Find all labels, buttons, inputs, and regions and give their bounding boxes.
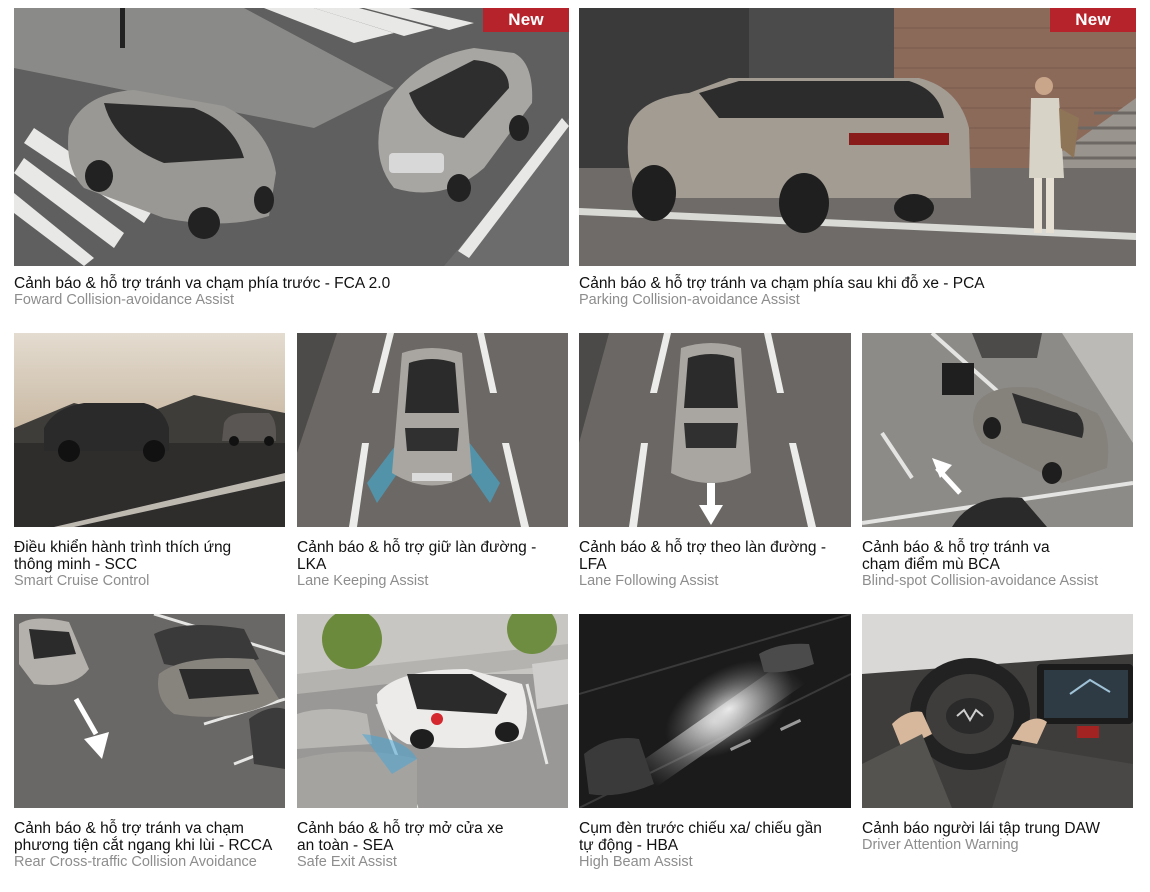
feature-title: Điều khiển hành trình thích ứng thông mi…	[14, 539, 232, 573]
feature-image-hba[interactable]	[579, 614, 851, 808]
feature-subtitle: Driver Attention Warning	[862, 837, 1019, 853]
feature-subtitle: Lane Following Assist	[579, 573, 719, 589]
feature-title: Cảnh báo & hỗ trợ tránh va chạm điểm mù …	[862, 539, 1050, 573]
feature-title: Cảnh báo & hỗ trợ tránh va chạm phương t…	[14, 820, 273, 854]
feature-title: Cảnh báo & hỗ trợ tránh va chạm phía trư…	[14, 275, 391, 292]
feature-title: Cảnh báo & hỗ trợ mở cửa xe an toàn - SE…	[297, 820, 504, 854]
feature-subtitle: Safe Exit Assist	[297, 854, 397, 870]
new-badge: New	[483, 8, 569, 32]
new-badge: New	[1050, 8, 1136, 32]
feature-image-sea[interactable]	[297, 614, 568, 808]
feature-subtitle: Parking Collision-avoidance Assist	[579, 292, 800, 308]
feature-subtitle: High Beam Assist	[579, 854, 693, 870]
feature-image-bca[interactable]	[862, 333, 1133, 527]
feature-image-lfa[interactable]	[579, 333, 851, 527]
feature-image-pca[interactable]: New	[579, 8, 1136, 266]
feature-image-rcca[interactable]	[14, 614, 285, 808]
feature-subtitle: Foward Collision-avoidance Assist	[14, 292, 235, 308]
feature-title: Cụm đèn trước chiếu xa/ chiếu gần tự độn…	[579, 820, 822, 854]
feature-image-fca[interactable]: New	[14, 8, 569, 266]
feature-title: Cảnh báo & hỗ trợ theo làn đường - LFA	[579, 539, 826, 573]
feature-image-daw[interactable]	[862, 614, 1133, 808]
feature-image-lka[interactable]	[297, 333, 568, 527]
feature-title: Cảnh báo & hỗ trợ tránh va chạm phía sau…	[579, 275, 985, 292]
feature-subtitle: Rear Cross-traffic Collision Avoidance	[14, 854, 257, 870]
feature-subtitle: Smart Cruise Control	[14, 573, 150, 589]
feature-subtitle: Blind-spot Collision-avoidance Assist	[862, 573, 1099, 589]
feature-subtitle: Lane Keeping Assist	[297, 573, 429, 589]
feature-title: Cảnh báo & hỗ trợ giữ làn đường - LKA	[297, 539, 537, 573]
feature-image-scc[interactable]	[14, 333, 285, 527]
feature-title: Cảnh báo người lái tập trung DAW	[862, 820, 1100, 837]
